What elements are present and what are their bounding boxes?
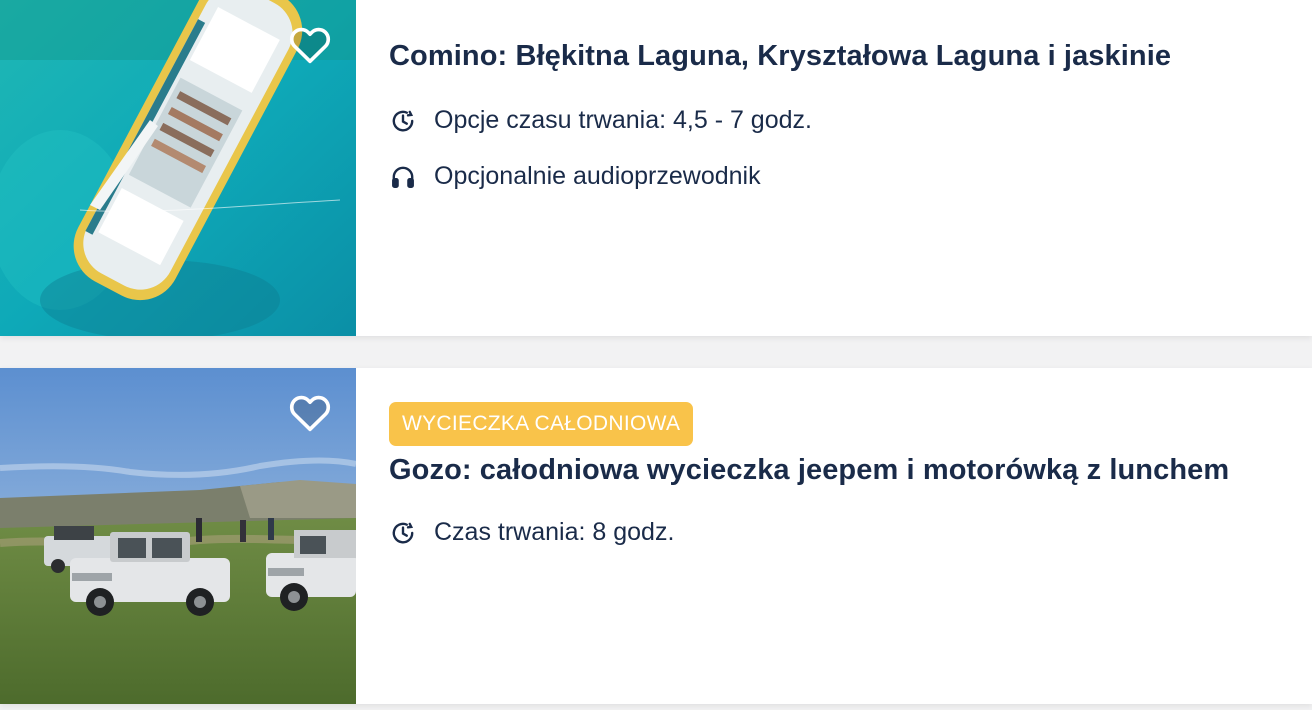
activity-image[interactable] [0,368,356,704]
audio-guide-text: Opcjonalnie audioprzewodnik [434,162,761,190]
activity-details: Comino: Błękitna Laguna, Kryształowa Lag… [356,0,1312,336]
headphones-icon [389,163,417,191]
activity-image[interactable] [0,0,356,336]
duration-text: Opcje czasu trwania: 4,5 - 7 godz. [434,106,812,134]
activity-list: Comino: Błękitna Laguna, Kryształowa Lag… [0,0,1312,710]
duration-feature: Czas trwania: 8 godz. [389,518,674,547]
activity-title[interactable]: Comino: Błękitna Laguna, Kryształowa Lag… [389,40,1171,73]
audio-guide-feature: Opcjonalnie audioprzewodnik [389,162,761,191]
activity-details: WYCIECZKA CAŁODNIOWA Gozo: całodniowa wy… [356,368,1312,704]
full-day-badge: WYCIECZKA CAŁODNIOWA [389,402,694,446]
heart-outline-icon [289,395,331,432]
wishlist-button[interactable] [288,22,332,66]
activity-card[interactable]: Comino: Błękitna Laguna, Kryształowa Lag… [0,0,1312,336]
duration-text: Czas trwania: 8 godz. [434,518,675,546]
duration-feature: Opcje czasu trwania: 4,5 - 7 godz. [389,106,812,135]
wishlist-button[interactable] [288,390,332,434]
heart-outline-icon [289,27,331,64]
activity-title[interactable]: Gozo: całodniowa wycieczka jeepem i moto… [389,454,1229,487]
activity-card[interactable]: WYCIECZKA CAŁODNIOWA Gozo: całodniowa wy… [0,368,1312,704]
clock-icon [389,519,417,547]
clock-icon [389,107,417,135]
